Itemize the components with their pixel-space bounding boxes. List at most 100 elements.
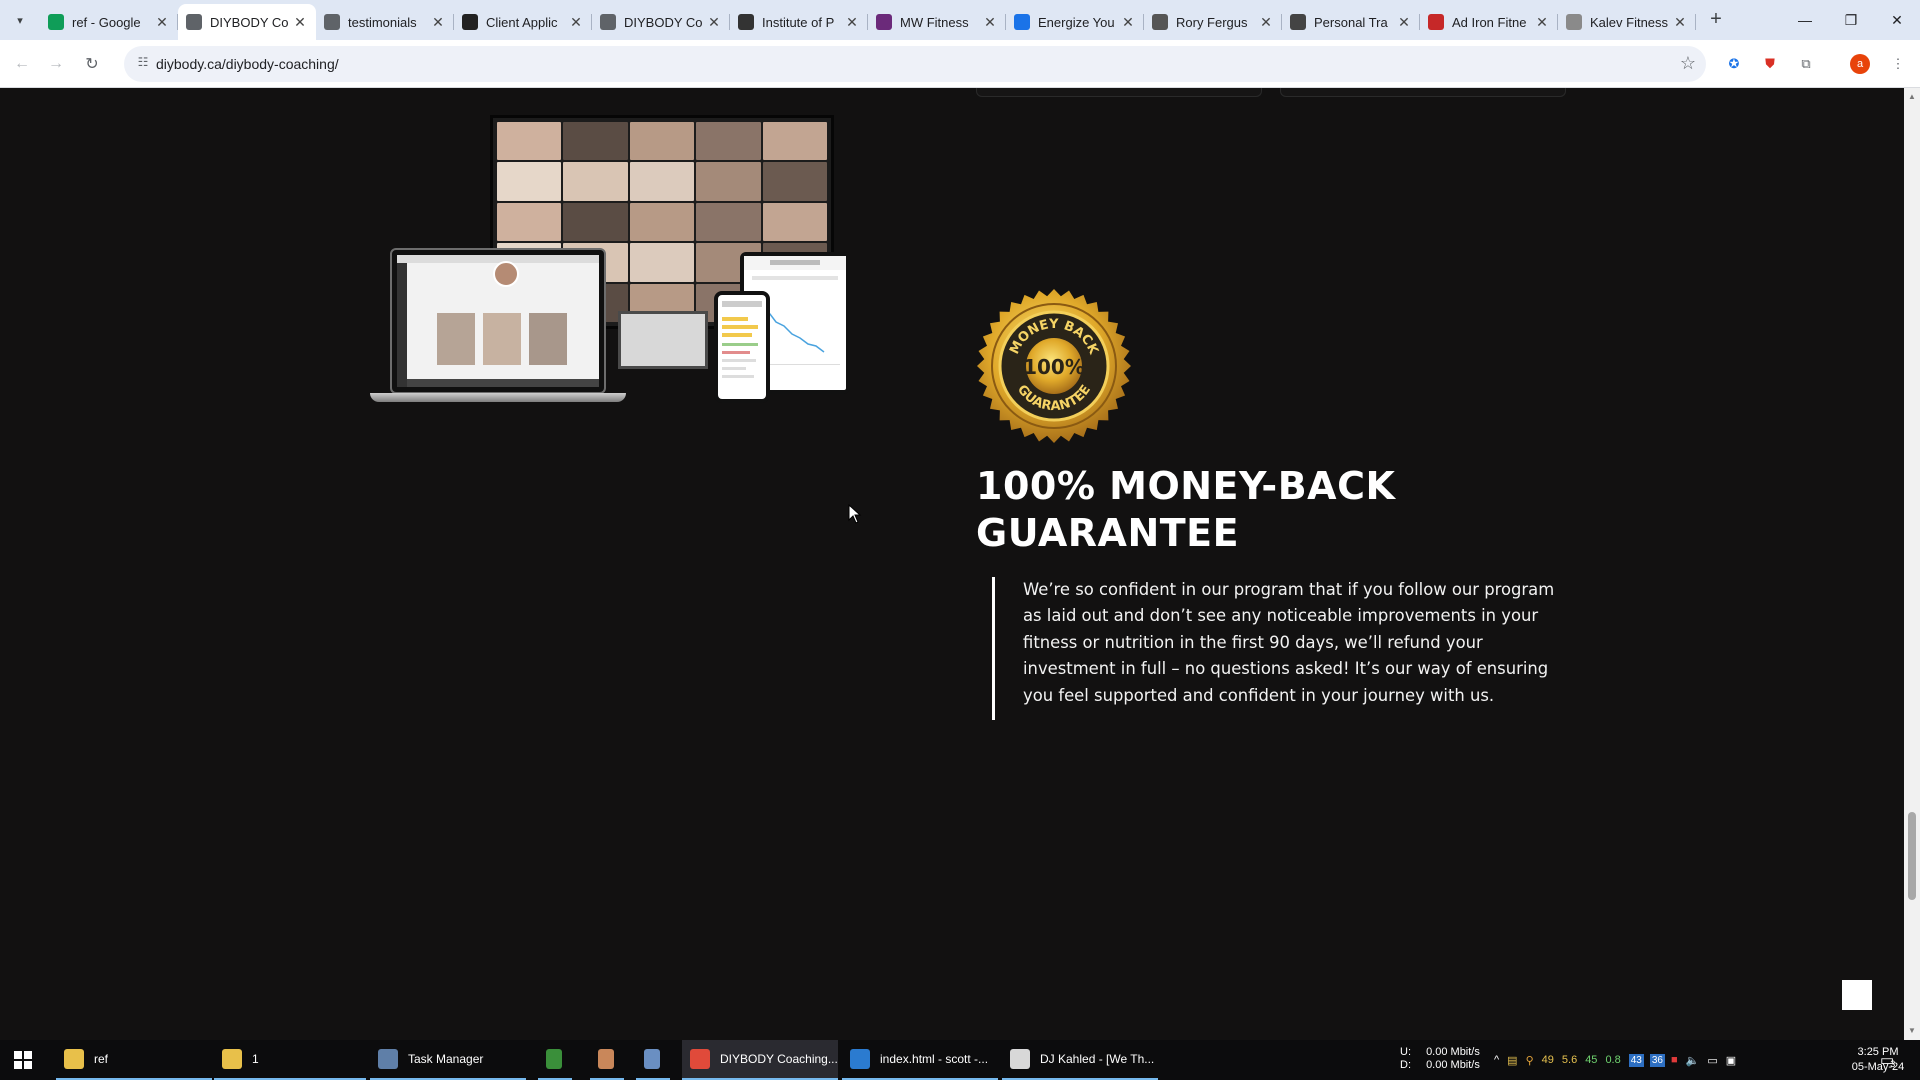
tab-title: Institute of P [762,14,835,30]
mouse-cursor-icon [848,504,862,524]
chevron-up-icon[interactable]: ^ [1494,1054,1499,1066]
notification-center-button[interactable]: ▭ 3 [1880,1040,1895,1080]
tab-title: MW Fitness [900,14,969,30]
forward-button[interactable]: → [44,52,68,76]
volume-icon[interactable]: 🔈 [1686,1054,1700,1067]
video-participant-tile [563,202,628,242]
chevron-down-icon: ▾ [17,14,23,27]
arrow-left-icon: ← [14,55,30,72]
video-participant-tile [497,122,562,161]
tab-close-icon[interactable]: ✕ [706,14,722,31]
taskbar-app-label: Task Manager [408,1052,484,1066]
new-tab-button[interactable]: + [1704,8,1728,32]
tab-separator [1695,14,1696,30]
tab-search-button[interactable]: ▾ [8,8,32,32]
chevron-up-icon [1014,14,1030,30]
profile-avatar[interactable]: a [1848,52,1872,76]
tab-close-icon[interactable]: ✕ [844,14,860,31]
tray-number-4: 0.8 [1605,1054,1621,1066]
scroll-up-arrow-icon[interactable]: ▲ [1908,92,1916,101]
tab-close-icon[interactable]: ✕ [1672,14,1688,31]
extension-icon[interactable]: ✪ [1722,52,1746,76]
address-bar[interactable]: ☷ diybody.ca/diybody-coaching/ ☆ [124,46,1706,82]
tab-6[interactable]: Institute of P ✕ [730,4,868,40]
tab-8[interactable]: Energize You ✕ [1006,4,1144,40]
tab-12[interactable]: Kalev Fitness ✕ [1558,4,1696,40]
tab-close-icon[interactable]: ✕ [982,14,998,31]
tray-badge-2[interactable]: 36 [1649,1053,1665,1067]
network-icon[interactable]: ▣ [1726,1054,1736,1067]
tab-close-icon[interactable]: ✕ [1396,14,1412,31]
browser-toolbar: ← → ↻ ☷ diybody.ca/diybody-coaching/ ☆ [0,40,1920,88]
reload-button[interactable]: ↻ [80,52,104,76]
shield-extension-icon[interactable]: ⛊ [1758,52,1782,76]
tab-3[interactable]: testimonials ✕ [316,4,454,40]
tab-5[interactable]: DIYBODY Co ✕ [592,4,730,40]
tab-close-icon[interactable]: ✕ [1120,14,1136,31]
tab-close-icon[interactable]: ✕ [292,14,308,31]
scrollbar-thumb[interactable] [1908,812,1916,900]
battery-icon[interactable]: ▭ [1707,1054,1717,1067]
puzzle-icon[interactable]: ⧉ [1794,52,1818,76]
taskbar-app-6[interactable] [636,1040,670,1080]
card-bottom-edge [976,88,1262,97]
menu-kebab-icon[interactable]: ⋮ [1886,52,1910,76]
task-manager-icon [378,1049,398,1069]
windows-logo-icon [14,1051,32,1069]
download-speed: 0.00 Mbit/s [1426,1059,1480,1071]
url-text[interactable]: diybody.ca/diybody-coaching/ [156,56,339,72]
tray-number-1: 49 [1541,1054,1554,1066]
tray-badge-1[interactable]: 43 [1628,1053,1644,1067]
bookmark-star-icon[interactable]: ☆ [1680,53,1696,74]
taskbar-app-7[interactable]: DIYBODY Coaching... [682,1040,838,1080]
taskbar-app-5[interactable] [590,1040,624,1080]
back-button[interactable]: ← [10,52,34,76]
tab-10[interactable]: Personal Tra ✕ [1282,4,1420,40]
close-window-button[interactable]: ✕ [1874,0,1920,40]
network-speed-meter: U: 0.00 Mbit/s D: 0.00 Mbit/s [1400,1046,1480,1071]
minimize-button[interactable]: — [1782,0,1828,40]
restore-icon: ❐ [1844,11,1858,28]
taskbar-app-9[interactable]: DJ Kahled - [We Th... [1002,1040,1158,1080]
tab-close-icon[interactable]: ✕ [1534,14,1550,31]
taskbar-app-1[interactable]: ref [56,1040,212,1080]
guarantee-body-text: We’re so confident in our program that i… [1023,580,1555,705]
tab-11[interactable]: Ad Iron Fitne ✕ [1420,4,1558,40]
phone-mockup [714,291,770,403]
folder-tray-icon[interactable]: ▤ [1507,1054,1517,1067]
tab-7[interactable]: MW Fitness ✕ [868,4,1006,40]
video-participant-tile [563,162,628,201]
scroll-down-arrow-icon[interactable]: ▼ [1908,1026,1916,1035]
tab-close-icon[interactable]: ✕ [1258,14,1274,31]
clock[interactable]: 3:25 PM 05-May-24 [1846,1045,1910,1075]
heading-line-1: 100% MONEY-BACK [976,464,1396,508]
tab-2[interactable]: DIYBODY Co ✕ [178,4,316,40]
tab-title: Energize You [1038,14,1115,30]
taskbar-app-8[interactable]: index.html - scott -... [842,1040,998,1080]
tab-4[interactable]: Client Applic ✕ [454,4,592,40]
search-tray-icon[interactable]: ⚲ [1526,1054,1534,1067]
sheets-icon [48,14,64,30]
taskbar-app-3[interactable]: Task Manager [370,1040,526,1080]
wrench-icon [1290,14,1306,30]
restore-button[interactable]: ❐ [1828,0,1874,40]
spreadsheet-app-icon [546,1049,562,1069]
clock-time: 3:25 PM [1857,1046,1899,1058]
tab-1[interactable]: ref - Google ✕ [40,4,178,40]
tab-close-icon[interactable]: ✕ [568,14,584,31]
folder-icon [222,1049,242,1069]
video-participant-tile [497,162,562,201]
tab-title: Client Applic [486,14,558,30]
money-back-badge: MONEY BACK 100% GUARANTEE [976,288,1132,444]
tab-close-icon[interactable]: ✕ [430,14,446,31]
taskbar-app-2[interactable]: 1 [214,1040,366,1080]
tab-close-icon[interactable]: ✕ [154,14,170,31]
video-participant-tile [629,202,695,242]
site-info-icon[interactable]: ☷ [134,55,152,73]
antivirus-icon[interactable]: ■ [1671,1054,1678,1066]
scroll-to-top-button[interactable] [1842,980,1872,1010]
start-button[interactable] [0,1040,46,1080]
taskbar-app-4[interactable] [538,1040,572,1080]
page-scrollbar[interactable]: ▲ ▼ [1904,88,1920,1040]
tab-9[interactable]: Rory Fergus ✕ [1144,4,1282,40]
